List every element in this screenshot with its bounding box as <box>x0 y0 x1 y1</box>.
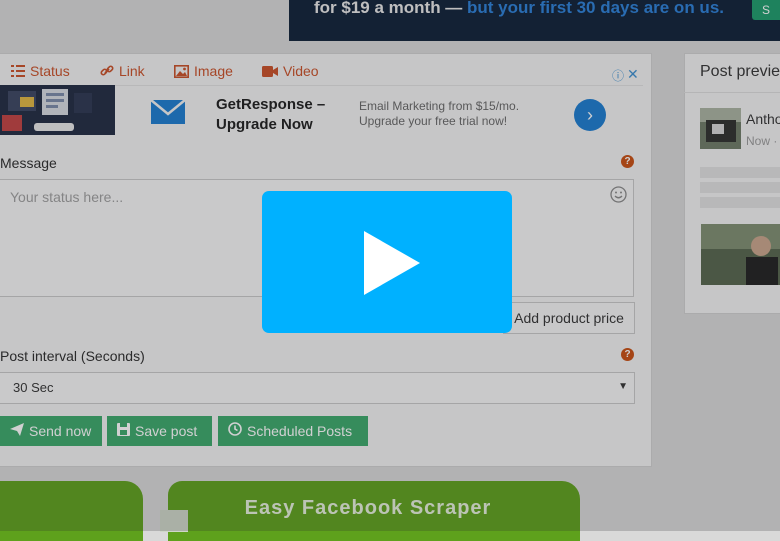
video-camera-icon <box>262 65 278 77</box>
bottom-banner-title: Easy Facebook Scraper <box>244 497 492 519</box>
play-button[interactable] <box>262 191 512 333</box>
send-now-button[interactable]: Send now <box>0 416 102 446</box>
save-post-label: Save post <box>135 423 198 439</box>
ad-arrow-button[interactable]: › <box>574 99 606 131</box>
status-lines-icon <box>11 65 25 77</box>
tab-link[interactable]: Link <box>100 63 145 79</box>
clock-icon <box>228 416 242 446</box>
scheduled-posts-button[interactable]: Scheduled Posts <box>218 416 368 446</box>
post-interval-value: 30 Sec <box>13 380 54 395</box>
message-label: Message <box>0 155 57 171</box>
emoji-icon[interactable] <box>610 186 627 208</box>
bottom-banner-decoration <box>160 510 188 532</box>
preview-skeleton-line <box>700 167 780 178</box>
tab-video-label: Video <box>283 63 319 79</box>
tab-status[interactable]: Status <box>11 63 70 79</box>
tab-link-label: Link <box>119 63 145 79</box>
preview-timestamp: Now · <box>746 134 778 148</box>
post-preview-title: Post previe <box>700 63 780 80</box>
post-interval-select[interactable]: 30 Sec ▼ <box>0 372 635 404</box>
interval-help-icon[interactable]: ? <box>621 348 634 361</box>
preview-skeleton-line <box>700 197 780 208</box>
ad-close-icon[interactable]: ✕ <box>627 66 639 83</box>
ad-description: Email Marketing from $15/mo. Upgrade you… <box>359 99 520 128</box>
link-icon <box>100 64 114 78</box>
promo-text-highlight: but your first 30 days are on us. <box>467 0 724 17</box>
message-placeholder: Your status here... <box>10 189 124 205</box>
promo-text-prefix: for $19 a month — <box>314 0 468 17</box>
promo-banner[interactable]: for $19 a month — but your first 30 days… <box>289 0 780 41</box>
envelope-icon <box>150 99 186 130</box>
post-interval-label: Post interval (Seconds) <box>0 348 145 364</box>
promo-text: for $19 a month — but your first 30 days… <box>314 0 724 18</box>
tab-image[interactable]: Image <box>174 63 233 79</box>
chevron-down-icon: ▼ <box>618 381 628 392</box>
preview-skeleton-line <box>700 182 780 193</box>
ad-thumbnail[interactable] <box>0 85 115 135</box>
scheduled-posts-label: Scheduled Posts <box>247 423 353 439</box>
promo-button[interactable]: S <box>752 0 780 20</box>
image-icon <box>174 64 189 78</box>
save-post-button[interactable]: Save post <box>107 416 212 446</box>
tab-status-label: Status <box>30 63 70 79</box>
bottom-banner-left[interactable] <box>0 481 143 541</box>
ad-info-icon[interactable]: ⓘ <box>612 67 624 84</box>
preview-author-name: Antho <box>746 111 780 127</box>
preview-image <box>701 224 780 285</box>
ad-title[interactable]: GetResponse – Upgrade Now <box>216 95 346 135</box>
divider <box>684 92 780 93</box>
avatar <box>700 108 741 149</box>
tab-video[interactable]: Video <box>262 63 319 79</box>
send-now-label: Send now <box>29 423 92 439</box>
add-product-price-button[interactable]: Add product price <box>503 302 635 334</box>
tab-image-label: Image <box>194 63 233 79</box>
floppy-disk-icon <box>117 416 130 446</box>
message-help-icon[interactable]: ? <box>621 155 634 168</box>
paper-plane-icon <box>10 416 24 446</box>
